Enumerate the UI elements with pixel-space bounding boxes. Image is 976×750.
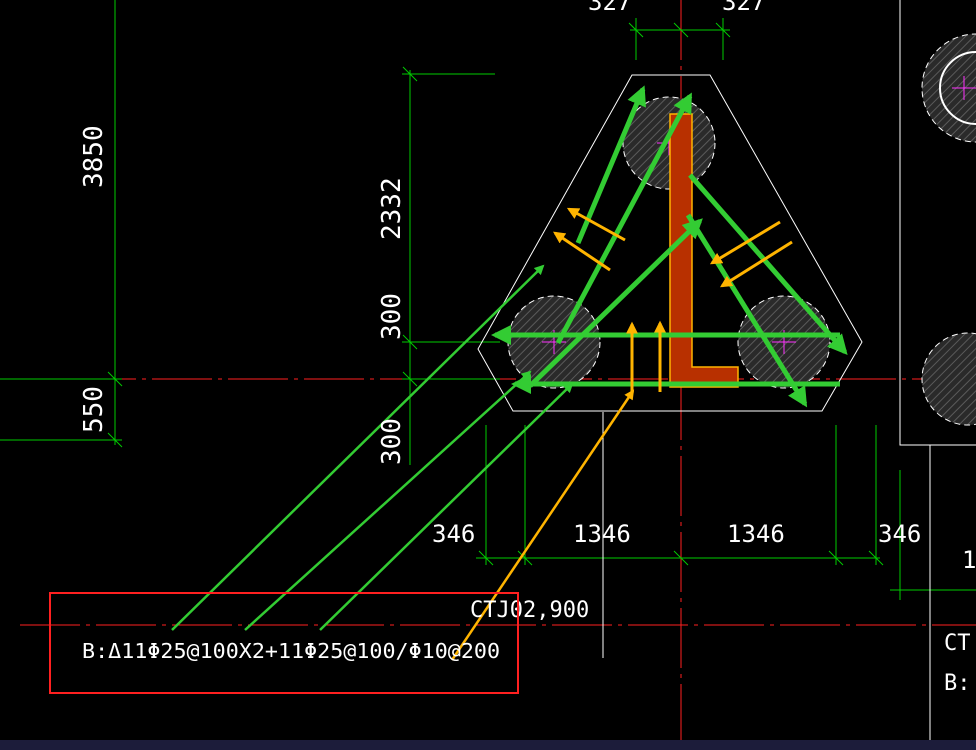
dimension-lines: [0, 0, 976, 600]
dim-3850: 3850: [79, 125, 109, 188]
taskbar-strip: [0, 740, 976, 750]
pile-neighbor-bottom: [921, 332, 976, 426]
dim-346-right: 346: [878, 520, 921, 548]
right-edge-label-1: CT: [944, 631, 971, 656]
right-edge-label-2: B:: [944, 671, 971, 696]
dim-1346-left: 1346: [573, 520, 631, 548]
dim-300: 300: [377, 293, 407, 340]
dim-2332: 2332: [377, 177, 407, 240]
green-leader-lines: [171, 264, 574, 631]
axis-lines: [0, 0, 976, 750]
dim-327-left: 327: [588, 0, 631, 16]
dim-1346-right: 1346: [727, 520, 785, 548]
cad-canvas[interactable]: 3850 550 2332 300 300 327 327 346 1346 1…: [0, 0, 976, 750]
right-edge-number: 16: [962, 546, 976, 574]
dim-300-lower: 300: [377, 418, 407, 465]
piles: [507, 33, 976, 426]
rebar-annotation[interactable]: B:Δ11Φ25@100X2+11Φ25@100/Φ10@200: [82, 639, 500, 663]
dim-327-right: 327: [722, 0, 765, 16]
dim-346-left: 346: [432, 520, 475, 548]
cap-label: CTJ02,900: [470, 598, 589, 623]
dim-550: 550: [79, 386, 109, 433]
